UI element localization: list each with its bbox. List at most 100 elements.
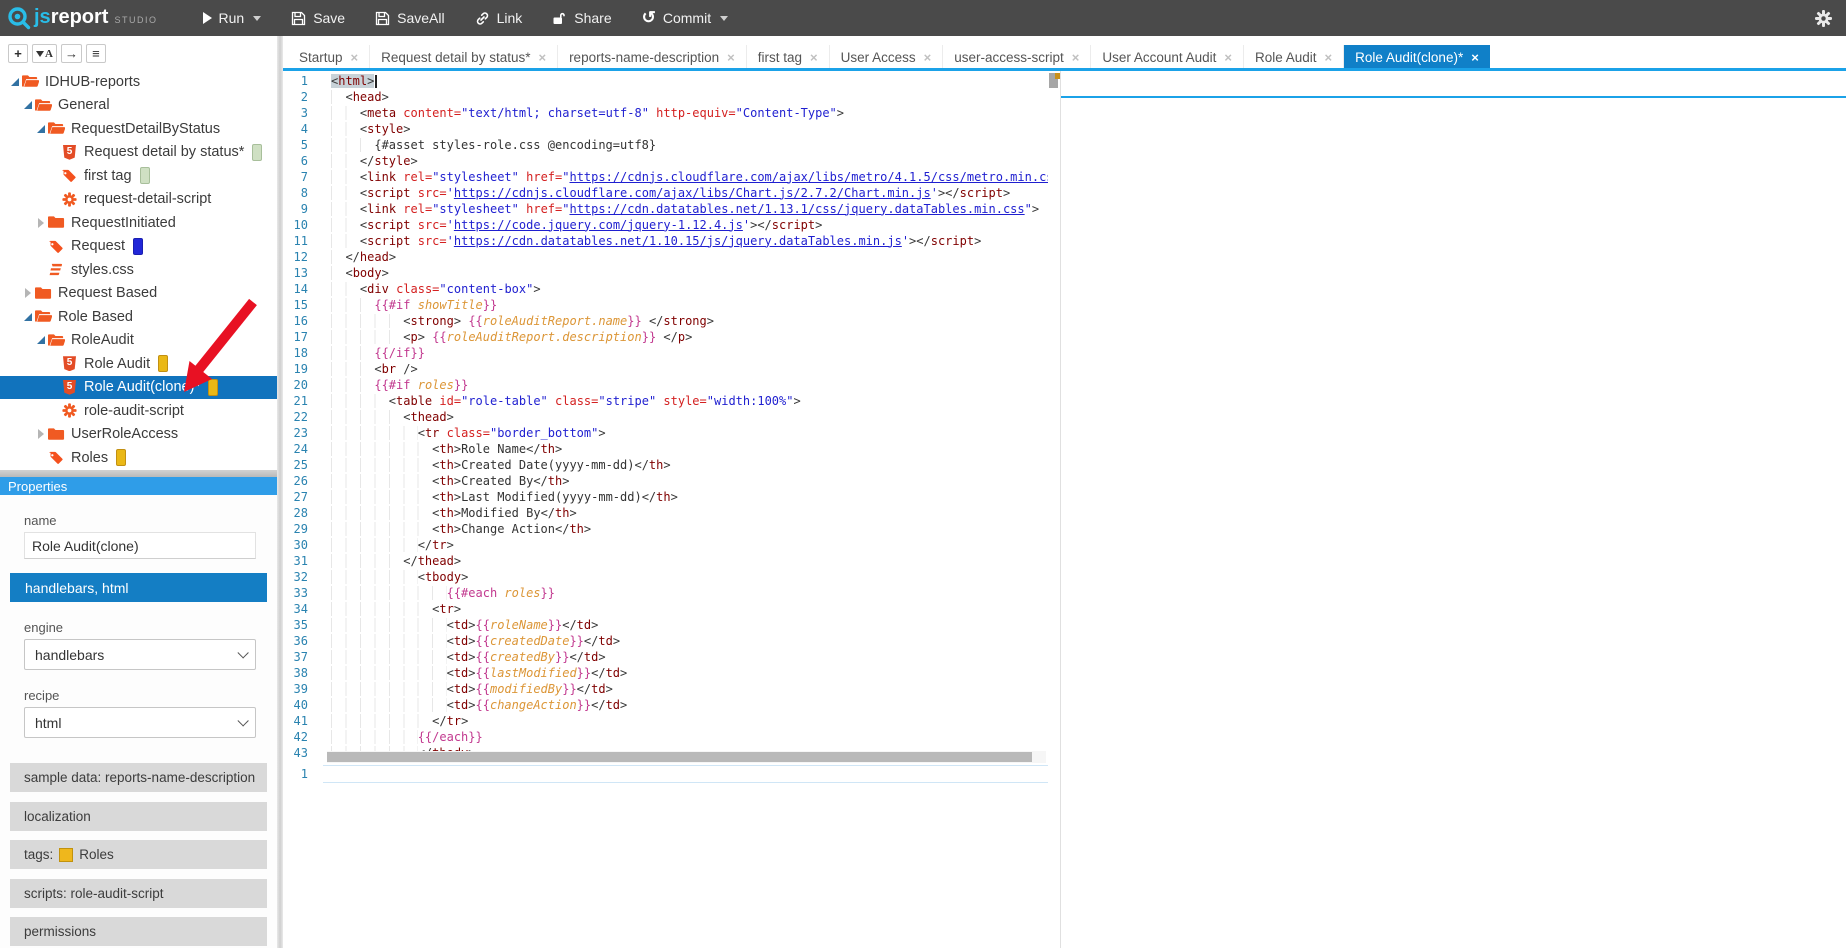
tree-item-idhub-reports[interactable]: IDHUB-reports <box>0 70 277 94</box>
scrollbar-thumb[interactable] <box>327 752 1032 762</box>
line-number: 12 <box>283 249 308 265</box>
engine-select[interactable]: handlebars <box>24 639 256 670</box>
chevron-down-icon <box>237 715 248 726</box>
expand-arrow-icon[interactable] <box>21 101 35 109</box>
tree-item-role-audit-script[interactable]: role-audit-script <box>0 399 277 423</box>
tree-item-request-based[interactable]: Request Based <box>0 282 277 306</box>
code-line: 6 </style> <box>283 153 1048 169</box>
expand-arrow-icon[interactable] <box>8 78 22 86</box>
editor-vertical-scrollbar[interactable] <box>1048 73 1060 761</box>
folder-closed-icon <box>48 214 65 231</box>
play-icon <box>203 12 212 24</box>
tab-user-account-audit[interactable]: User Account Audit× <box>1090 45 1243 71</box>
link-button[interactable]: Link <box>460 0 538 36</box>
line-content: <strong> {{roleAuditReport.name}} </stro… <box>331 313 714 329</box>
section-permissions[interactable]: permissions <box>10 917 267 946</box>
line-number: 2 <box>283 89 308 105</box>
collapse-tree-button[interactable]: → <box>61 44 82 63</box>
tree-item-label: Roles <box>71 450 108 466</box>
code-editor[interactable]: 1<html>2 <head>3 <meta content="text/htm… <box>283 73 1048 763</box>
folder-open-icon <box>22 73 39 90</box>
collapse-arrow-icon[interactable] <box>21 288 35 298</box>
code-line: 25 <th>Created Date(yyyy-mm-dd)</th> <box>283 457 1048 473</box>
tree-item-userroleaccess[interactable]: UserRoleAccess <box>0 423 277 447</box>
save-button[interactable]: Save <box>276 0 360 36</box>
tab-user-access[interactable]: User Access× <box>829 45 943 71</box>
close-icon[interactable]: × <box>1325 50 1333 65</box>
expand-arrow-icon[interactable] <box>34 336 48 344</box>
code-line: 22 <thead> <box>283 409 1048 425</box>
tree-item-requestinitiated[interactable]: RequestInitiated <box>0 211 277 235</box>
close-icon[interactable]: × <box>538 50 546 65</box>
tab-request-detail-by-status[interactable]: Request detail by status* × <box>369 45 557 71</box>
settings-button[interactable] <box>1815 10 1832 27</box>
jsreport-logo[interactable]: jsreport STUDIO <box>7 6 158 30</box>
green-tag-badge <box>140 167 150 184</box>
helpers-current-line[interactable] <box>323 765 1048 783</box>
name-input[interactable] <box>24 532 256 559</box>
editor-horizontal-scrollbar[interactable] <box>327 751 1046 763</box>
close-icon[interactable]: × <box>351 50 359 65</box>
tab-role-audit[interactable]: Role Audit× <box>1243 45 1343 71</box>
tab-first-tag[interactable]: first tag× <box>746 45 829 71</box>
tree-item-role-audit[interactable]: 5Role Audit <box>0 352 277 376</box>
helpers-editor[interactable]: 1 <box>283 765 1048 785</box>
line-content: <meta content="text/html; charset=utf-8"… <box>331 105 844 121</box>
close-icon[interactable]: × <box>1072 50 1080 65</box>
line-content: <tbody> <box>331 569 468 585</box>
tree-item-label: role-audit-script <box>84 403 184 419</box>
close-icon[interactable]: × <box>810 50 818 65</box>
code-line: 2 <head> <box>283 89 1048 105</box>
tree-item-roles[interactable]: Roles <box>0 446 277 470</box>
recipe-select[interactable]: html <box>24 707 256 738</box>
tab-reports-name-description[interactable]: reports-name-description× <box>557 45 746 71</box>
close-icon[interactable]: × <box>924 50 932 65</box>
line-content: {{#each roles}} <box>331 585 555 601</box>
tree-item-role-based[interactable]: Role Based <box>0 305 277 329</box>
tab-user-access-script[interactable]: user-access-script× <box>942 45 1090 71</box>
tree-item-roleaudit[interactable]: RoleAudit <box>0 329 277 353</box>
add-entity-button[interactable]: + <box>8 44 28 63</box>
run-button[interactable]: Run <box>188 0 277 36</box>
line-content: <tr> <box>331 601 461 617</box>
line-number: 24 <box>283 441 308 457</box>
template-editor[interactable]: 1<html>2 <head>3 <meta content="text/htm… <box>283 71 1060 948</box>
line-number: 5 <box>283 137 308 153</box>
code-line: 39 <td>{{modifiedBy}}</td> <box>283 681 1048 697</box>
tab-role-audit-clone[interactable]: Role Audit(clone)*× <box>1343 45 1490 71</box>
tree-item-general[interactable]: General <box>0 94 277 118</box>
tab-startup[interactable]: Startup× <box>288 45 369 71</box>
line-number: 23 <box>283 425 308 441</box>
panel-splitter[interactable] <box>0 470 277 477</box>
tree-item-first-tag[interactable]: first tag <box>0 164 277 188</box>
filter-button[interactable]: A <box>32 44 57 63</box>
close-icon[interactable]: × <box>1471 50 1479 65</box>
close-icon[interactable]: × <box>1224 50 1232 65</box>
tree-item-request-detail-by-status[interactable]: 5Request detail by status* <box>0 141 277 165</box>
saveall-button[interactable]: SaveAll <box>360 0 459 36</box>
template-properties-section[interactable]: handlebars, html <box>10 573 267 602</box>
tab-bar: Startup×Request detail by status*×report… <box>283 36 1846 71</box>
line-content: <br /> <box>331 361 418 377</box>
code-line: 3 <meta content="text/html; charset=utf-… <box>283 105 1048 121</box>
tree-item-request[interactable]: Request <box>0 235 277 259</box>
tab-label: Request detail by status* <box>381 50 530 65</box>
properties-header[interactable]: Properties <box>0 477 277 495</box>
close-icon[interactable]: × <box>727 50 735 65</box>
collapse-arrow-icon[interactable] <box>34 218 48 228</box>
section-localization[interactable]: localization <box>10 802 267 831</box>
expand-arrow-icon[interactable] <box>21 313 35 321</box>
section-sample-data-reports-name-description[interactable]: sample data: reports-name-description <box>10 763 267 792</box>
share-button[interactable]: Share <box>537 0 626 36</box>
line-content: <thead> <box>331 409 454 425</box>
tree-item-request-detail-script[interactable]: request-detail-script <box>0 188 277 212</box>
expand-arrow-icon[interactable] <box>34 125 48 133</box>
section-tags[interactable]: tags:Roles <box>10 840 267 869</box>
tree-item-role-audit-clone[interactable]: 5Role Audit(clone)* <box>0 376 277 400</box>
commit-button[interactable]: ↺Commit <box>627 0 743 36</box>
menu-button[interactable]: ≡ <box>86 44 106 63</box>
collapse-arrow-icon[interactable] <box>34 429 48 439</box>
tree-item-requestdetailbystatus[interactable]: RequestDetailByStatus <box>0 117 277 141</box>
section-scripts-role-audit-script[interactable]: scripts: role-audit-script <box>10 879 267 908</box>
tree-item-styles-css[interactable]: styles.css <box>0 258 277 282</box>
